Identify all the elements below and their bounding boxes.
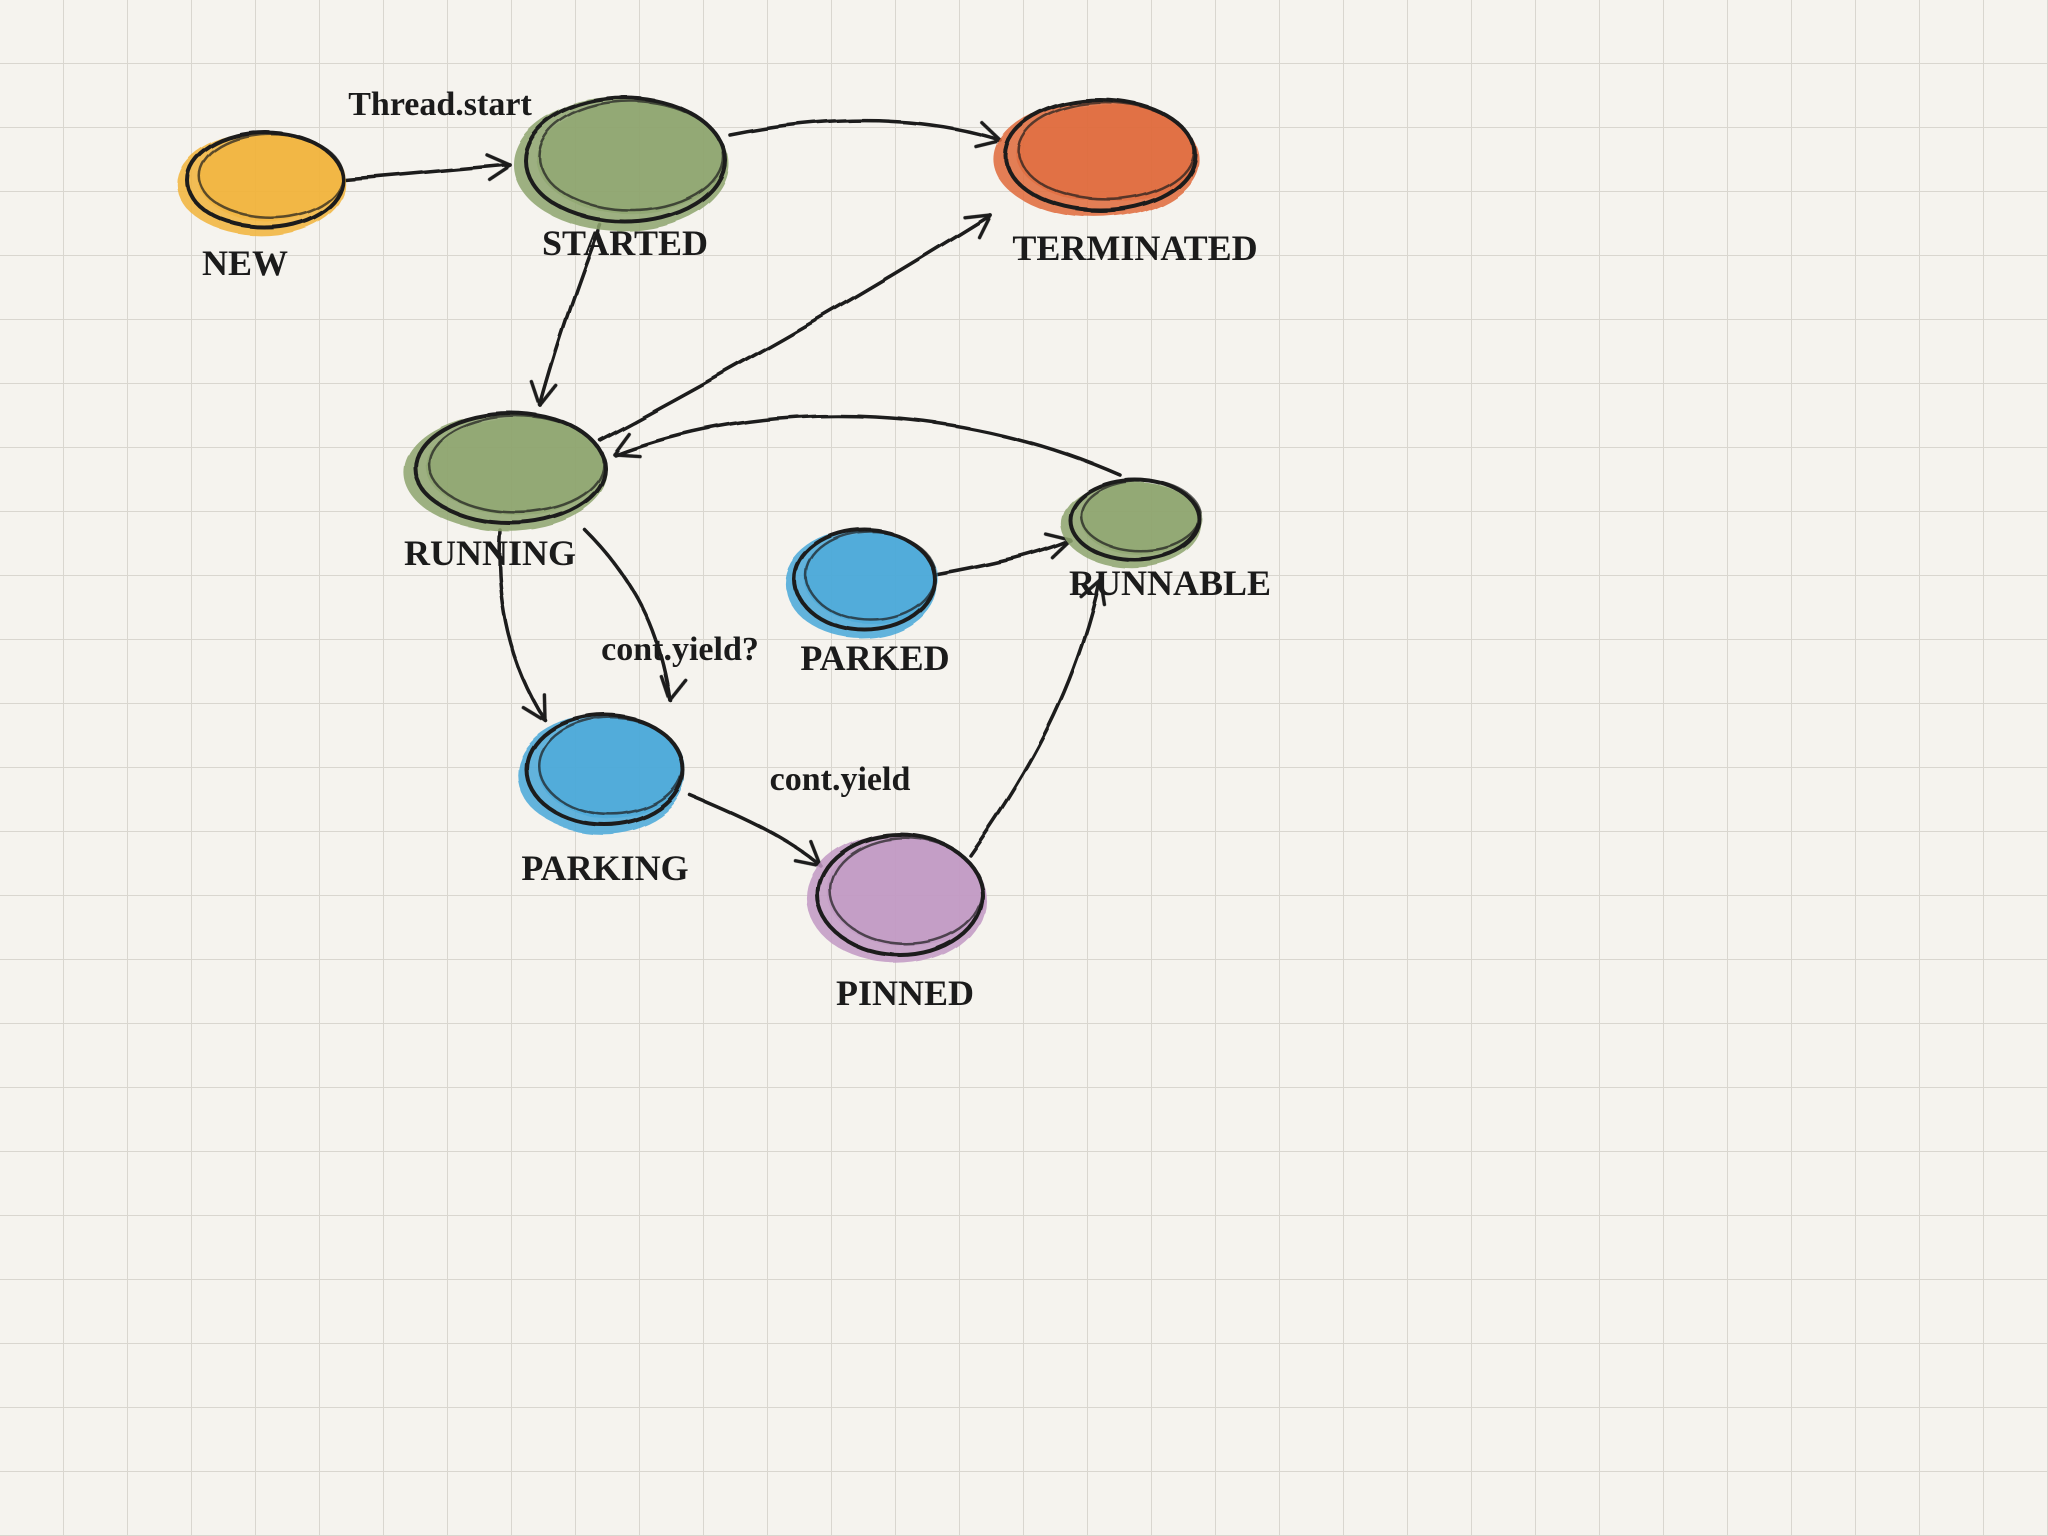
e-parking-pinned	[690, 795, 828, 874]
e-pinned-runnable	[970, 576, 1111, 855]
state-label-running: RUNNING	[404, 533, 576, 573]
state-diagram: NEW STARTED TERMINATED RUNNING PARKED RUNNABL…	[0, 0, 2048, 1536]
state-runnable: RUNNABLE	[1061, 480, 1271, 603]
e-parking-pinned-label: cont.yield	[770, 761, 911, 798]
state-label-parked: PARKED	[800, 638, 949, 678]
state-label-pinned: PINNED	[836, 973, 974, 1013]
e-parked-runnable	[935, 528, 1073, 575]
state-label-started: STARTED	[542, 223, 708, 263]
state-label-runnable: RUNNABLE	[1069, 563, 1271, 603]
state-pinned: PINNED	[807, 834, 984, 1013]
e-running-parking-2	[585, 530, 686, 702]
state-parking: PARKING	[517, 715, 689, 888]
e-runnable-running	[610, 416, 1120, 475]
state-label-parking: PARKING	[521, 848, 688, 888]
state-new: NEW	[177, 132, 345, 283]
state-label-new: NEW	[202, 243, 288, 283]
e-started-terminated	[730, 121, 1003, 152]
e-running-parking-2-label: cont.yield?	[601, 631, 759, 668]
state-label-terminated: TERMINATED	[1012, 228, 1257, 268]
e-new-started	[345, 153, 511, 180]
state-parked: PARKED	[785, 530, 949, 678]
state-running: RUNNING	[403, 413, 608, 573]
state-started: STARTED	[513, 97, 729, 263]
state-terminated: TERMINATED	[993, 100, 1257, 268]
e-new-started-label: Thread.start	[348, 86, 532, 123]
